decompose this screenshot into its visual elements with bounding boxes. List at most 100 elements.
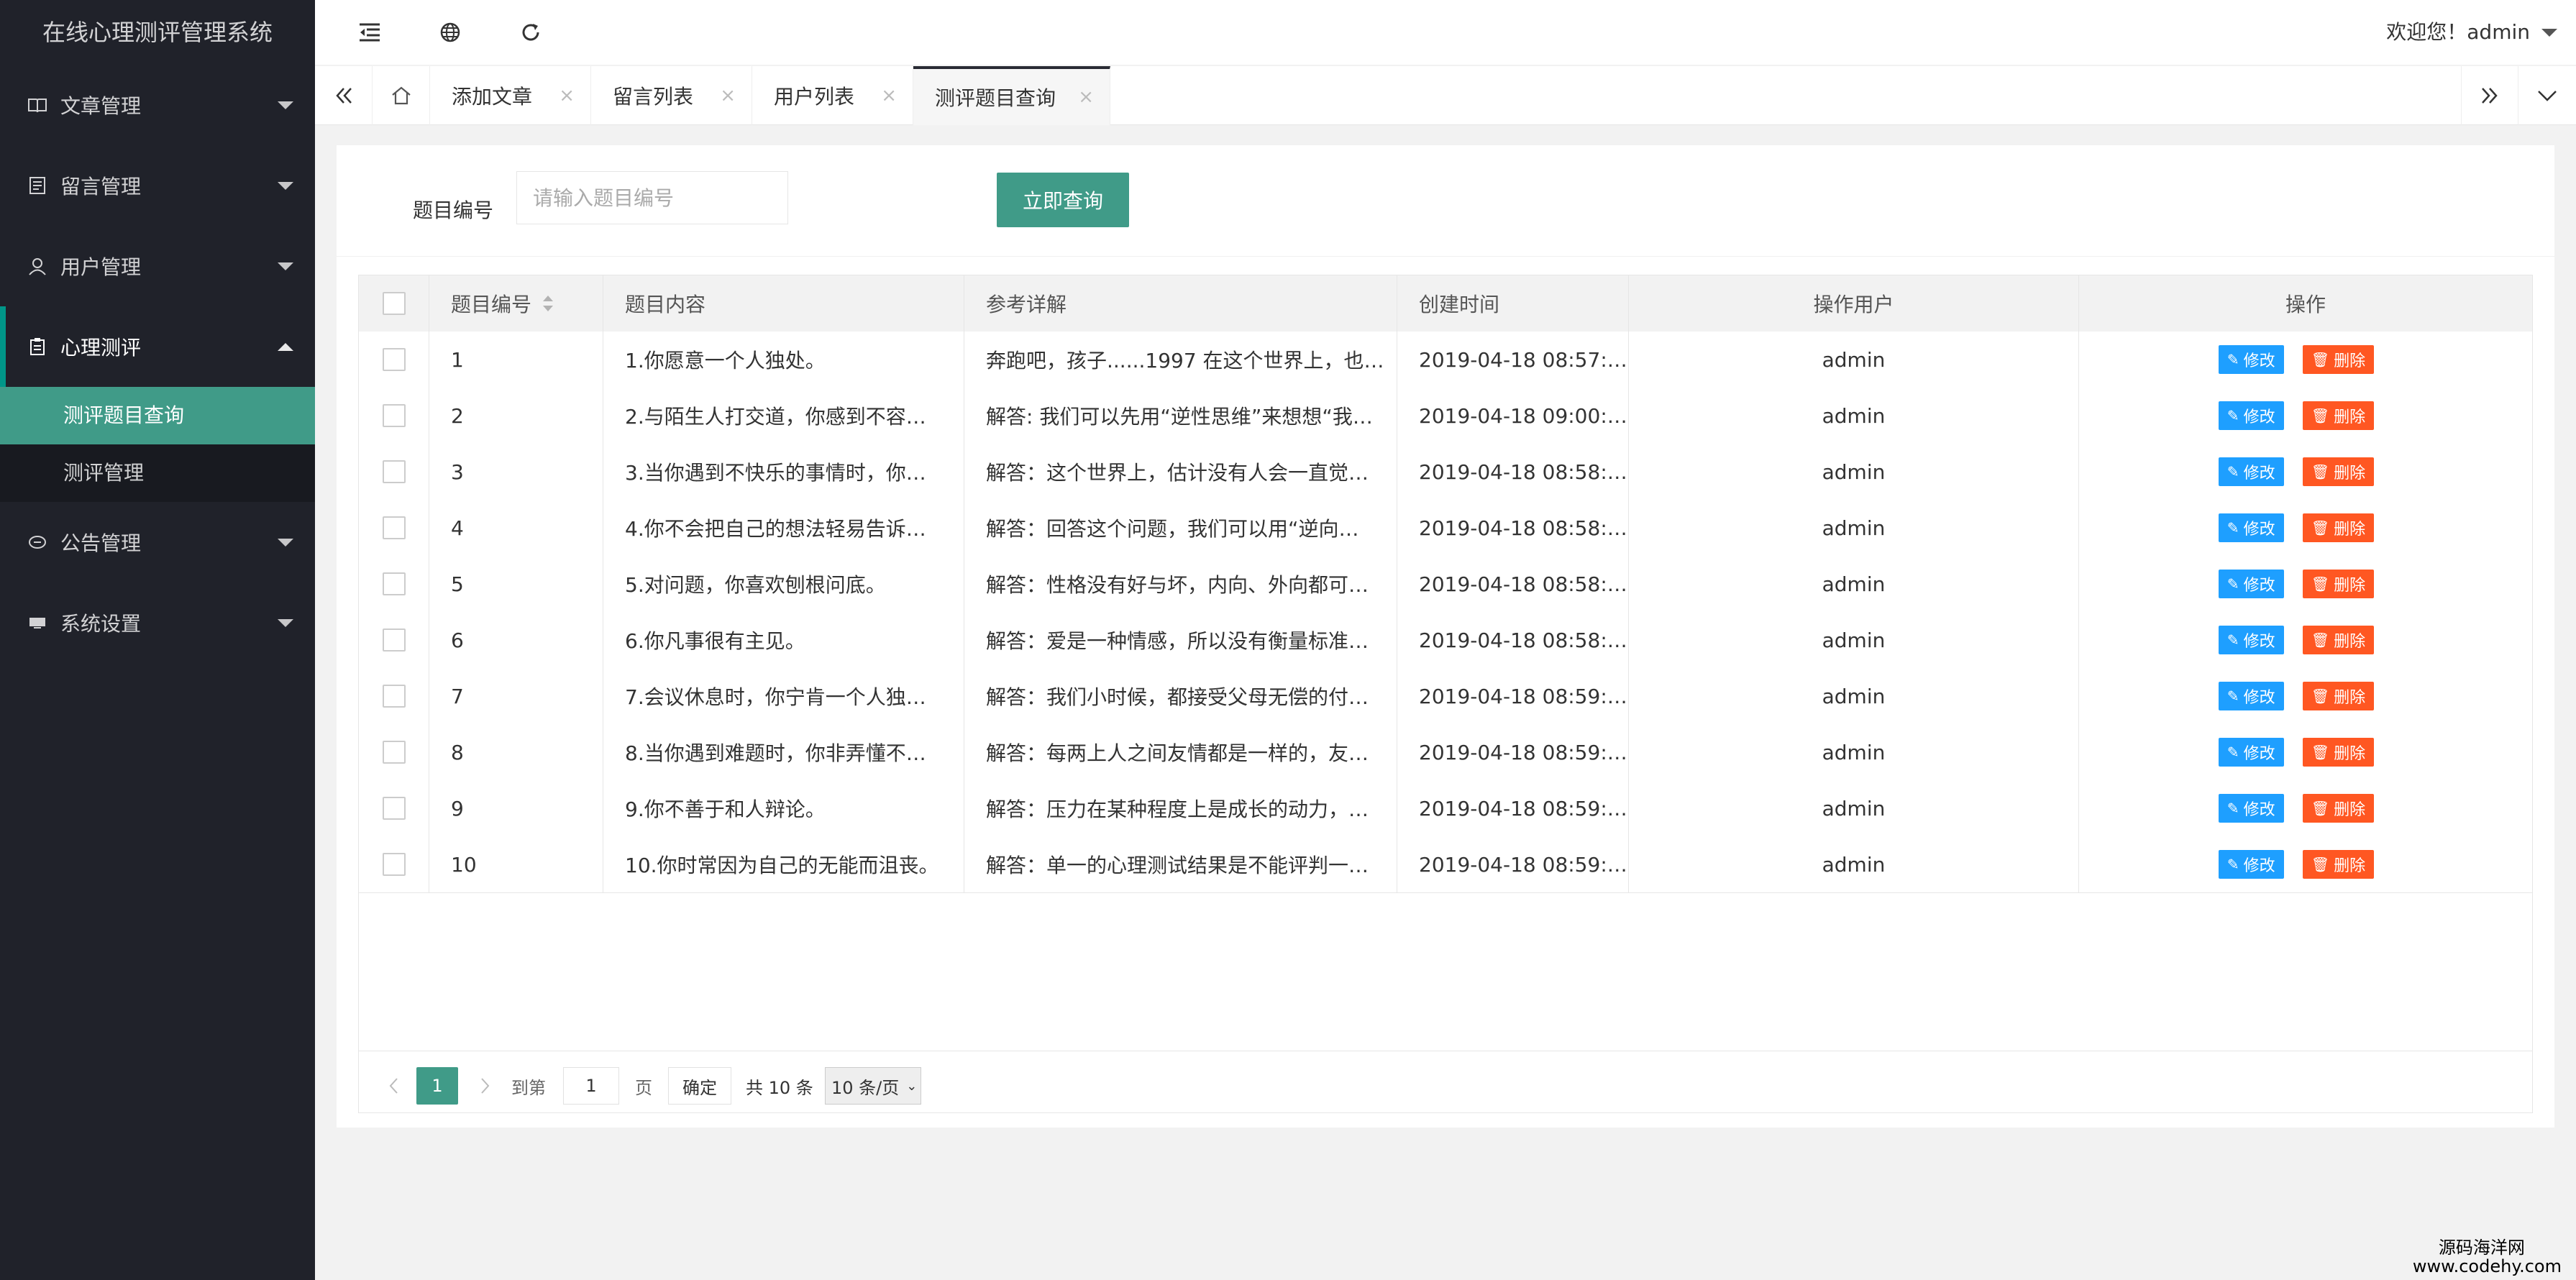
goto-page-input[interactable]: [563, 1067, 619, 1105]
edit-label: 修改: [2243, 408, 2275, 426]
goto-confirm-button[interactable]: 确定: [668, 1067, 731, 1105]
edit-label: 修改: [2243, 857, 2275, 875]
tab-message-list[interactable]: 留言列表 ×: [591, 66, 752, 125]
table-cell-time: 2019-04-18 08:59:…: [1397, 836, 1629, 892]
tabs-scroll-left-icon[interactable]: [315, 66, 373, 125]
row-actions: ✎ 修改 🗑 删除: [2079, 388, 2532, 444]
delete-button[interactable]: 🗑 删除: [2302, 626, 2375, 654]
delete-label: 删除: [2334, 745, 2366, 763]
edit-button[interactable]: ✎ 修改: [2218, 626, 2284, 654]
globe-icon[interactable]: [414, 0, 486, 65]
edit-button[interactable]: ✎ 修改: [2218, 401, 2284, 430]
home-icon[interactable]: [373, 66, 430, 125]
sidebar-item-assessment[interactable]: 心理测评: [0, 306, 315, 387]
row-checkbox[interactable]: [382, 572, 406, 595]
table-cell-id: 10: [429, 836, 603, 892]
table-cell-content: 9.你不善于和人辩论。: [603, 780, 964, 836]
sidebar-subitem-question-query[interactable]: 测评题目查询: [0, 387, 315, 444]
edit-button[interactable]: ✎ 修改: [2218, 513, 2284, 542]
table-cell-time: 2019-04-18 08:59:…: [1397, 668, 1629, 724]
pencil-icon: ✎: [2226, 519, 2239, 536]
page-size-select[interactable]: 10 条/页 ⌄: [825, 1067, 921, 1105]
chevron-down-icon: [278, 101, 293, 109]
delete-button[interactable]: 🗑 删除: [2302, 457, 2375, 486]
sidebar-subnav: 测评题目查询 测评管理: [0, 387, 315, 502]
tabs-dropdown-icon[interactable]: [2518, 66, 2576, 125]
table-cell-content: 3.当你遇到不快乐的事情时，你…: [603, 444, 964, 500]
table-cell-user: admin: [1629, 724, 2079, 780]
row-checkbox[interactable]: [382, 685, 406, 708]
tab-user-list[interactable]: 用户列表 ×: [752, 66, 913, 125]
tab-question-query[interactable]: 测评题目查询 ×: [913, 66, 1110, 125]
sidebar-item-announcements[interactable]: 公告管理: [0, 502, 315, 582]
table-cell-detail: 解答：压力在某种程度上是成长的动力，…: [964, 780, 1397, 836]
row-select-cell: [359, 724, 429, 780]
sort-icon[interactable]: [543, 296, 554, 311]
sidebar-item-messages[interactable]: 留言管理: [0, 145, 315, 226]
edit-button[interactable]: ✎ 修改: [2218, 794, 2284, 823]
delete-button[interactable]: 🗑 删除: [2302, 738, 2375, 767]
row-checkbox[interactable]: [382, 516, 406, 539]
page-button-current[interactable]: 1: [416, 1067, 458, 1105]
row-checkbox[interactable]: [382, 853, 406, 876]
next-page-icon[interactable]: [471, 1067, 500, 1105]
edit-button[interactable]: ✎ 修改: [2218, 457, 2284, 486]
delete-button[interactable]: 🗑 删除: [2302, 401, 2375, 430]
refresh-icon[interactable]: [495, 0, 567, 65]
edit-button[interactable]: ✎ 修改: [2218, 570, 2284, 598]
row-checkbox[interactable]: [382, 741, 406, 764]
table-cell-content: 2.与陌生人打交道，你感到不容…: [603, 388, 964, 444]
column-header-detail: 参考详解: [964, 275, 1397, 332]
delete-button[interactable]: 🗑 删除: [2302, 513, 2375, 542]
delete-button[interactable]: 🗑 删除: [2302, 345, 2375, 374]
edit-button[interactable]: ✎ 修改: [2218, 682, 2284, 710]
chevron-down-icon: [278, 182, 293, 190]
watermark: 源码海洋网 www.codehy.com: [2413, 1238, 2562, 1276]
column-header-id[interactable]: 题目编号: [429, 275, 603, 332]
welcome-user-menu[interactable]: 欢迎您！admin: [2386, 0, 2530, 65]
close-icon[interactable]: ×: [881, 85, 897, 106]
tabs-scroll-right-icon[interactable]: [2461, 66, 2518, 125]
column-header-time: 创建时间: [1397, 275, 1629, 332]
table-cell-content: 5.对问题，你喜欢刨根问底。: [603, 556, 964, 612]
pencil-icon: ✎: [2226, 744, 2239, 761]
table-cell-time: 2019-04-18 08:58:…: [1397, 612, 1629, 668]
pencil-icon: ✎: [2226, 351, 2239, 368]
row-checkbox[interactable]: [382, 348, 406, 371]
row-checkbox[interactable]: [382, 460, 406, 483]
sidebar-item-settings[interactable]: 系统设置: [0, 582, 315, 663]
sidebar-item-articles[interactable]: 文章管理: [0, 65, 315, 145]
sidebar-subitem-assessment-manage[interactable]: 测评管理: [0, 444, 315, 502]
close-icon[interactable]: ×: [720, 85, 736, 106]
query-button[interactable]: 立即查询: [997, 173, 1129, 227]
delete-button[interactable]: 🗑 删除: [2302, 850, 2375, 879]
question-id-input[interactable]: [516, 171, 788, 224]
table-cell-id: 8: [429, 724, 603, 780]
edit-button[interactable]: ✎ 修改: [2218, 738, 2284, 767]
sidebar-item-users[interactable]: 用户管理: [0, 226, 315, 306]
table-cell-user: admin: [1629, 836, 2079, 892]
chevron-down-icon: ⌄: [906, 1078, 918, 1094]
table-cell-time: 2019-04-18 08:58:…: [1397, 444, 1629, 500]
edit-button[interactable]: ✎ 修改: [2218, 345, 2284, 374]
pagination: 1 到第 页 确定 共 10 条 10 条/页 ⌄: [359, 1051, 2532, 1112]
edit-label: 修改: [2243, 801, 2275, 819]
prev-page-icon[interactable]: [379, 1067, 408, 1105]
delete-button[interactable]: 🗑 删除: [2302, 682, 2375, 710]
delete-label: 删除: [2334, 352, 2366, 370]
delete-button[interactable]: 🗑 删除: [2302, 570, 2375, 598]
close-icon[interactable]: ×: [1078, 86, 1094, 108]
delete-label: 删除: [2334, 689, 2366, 707]
tab-add-article[interactable]: 添加文章 ×: [430, 66, 591, 125]
close-icon[interactable]: ×: [559, 85, 575, 106]
menu-fold-icon[interactable]: [334, 0, 406, 65]
trash-icon: 🗑: [2311, 407, 2330, 424]
delete-button[interactable]: 🗑 删除: [2302, 794, 2375, 823]
row-checkbox[interactable]: [382, 628, 406, 652]
row-checkbox[interactable]: [382, 404, 406, 427]
chevron-down-icon[interactable]: [2541, 29, 2557, 37]
app-title: 在线心理测评管理系统: [0, 0, 315, 65]
select-all-checkbox[interactable]: [382, 292, 406, 315]
row-checkbox[interactable]: [382, 797, 406, 820]
edit-button[interactable]: ✎ 修改: [2218, 850, 2284, 879]
